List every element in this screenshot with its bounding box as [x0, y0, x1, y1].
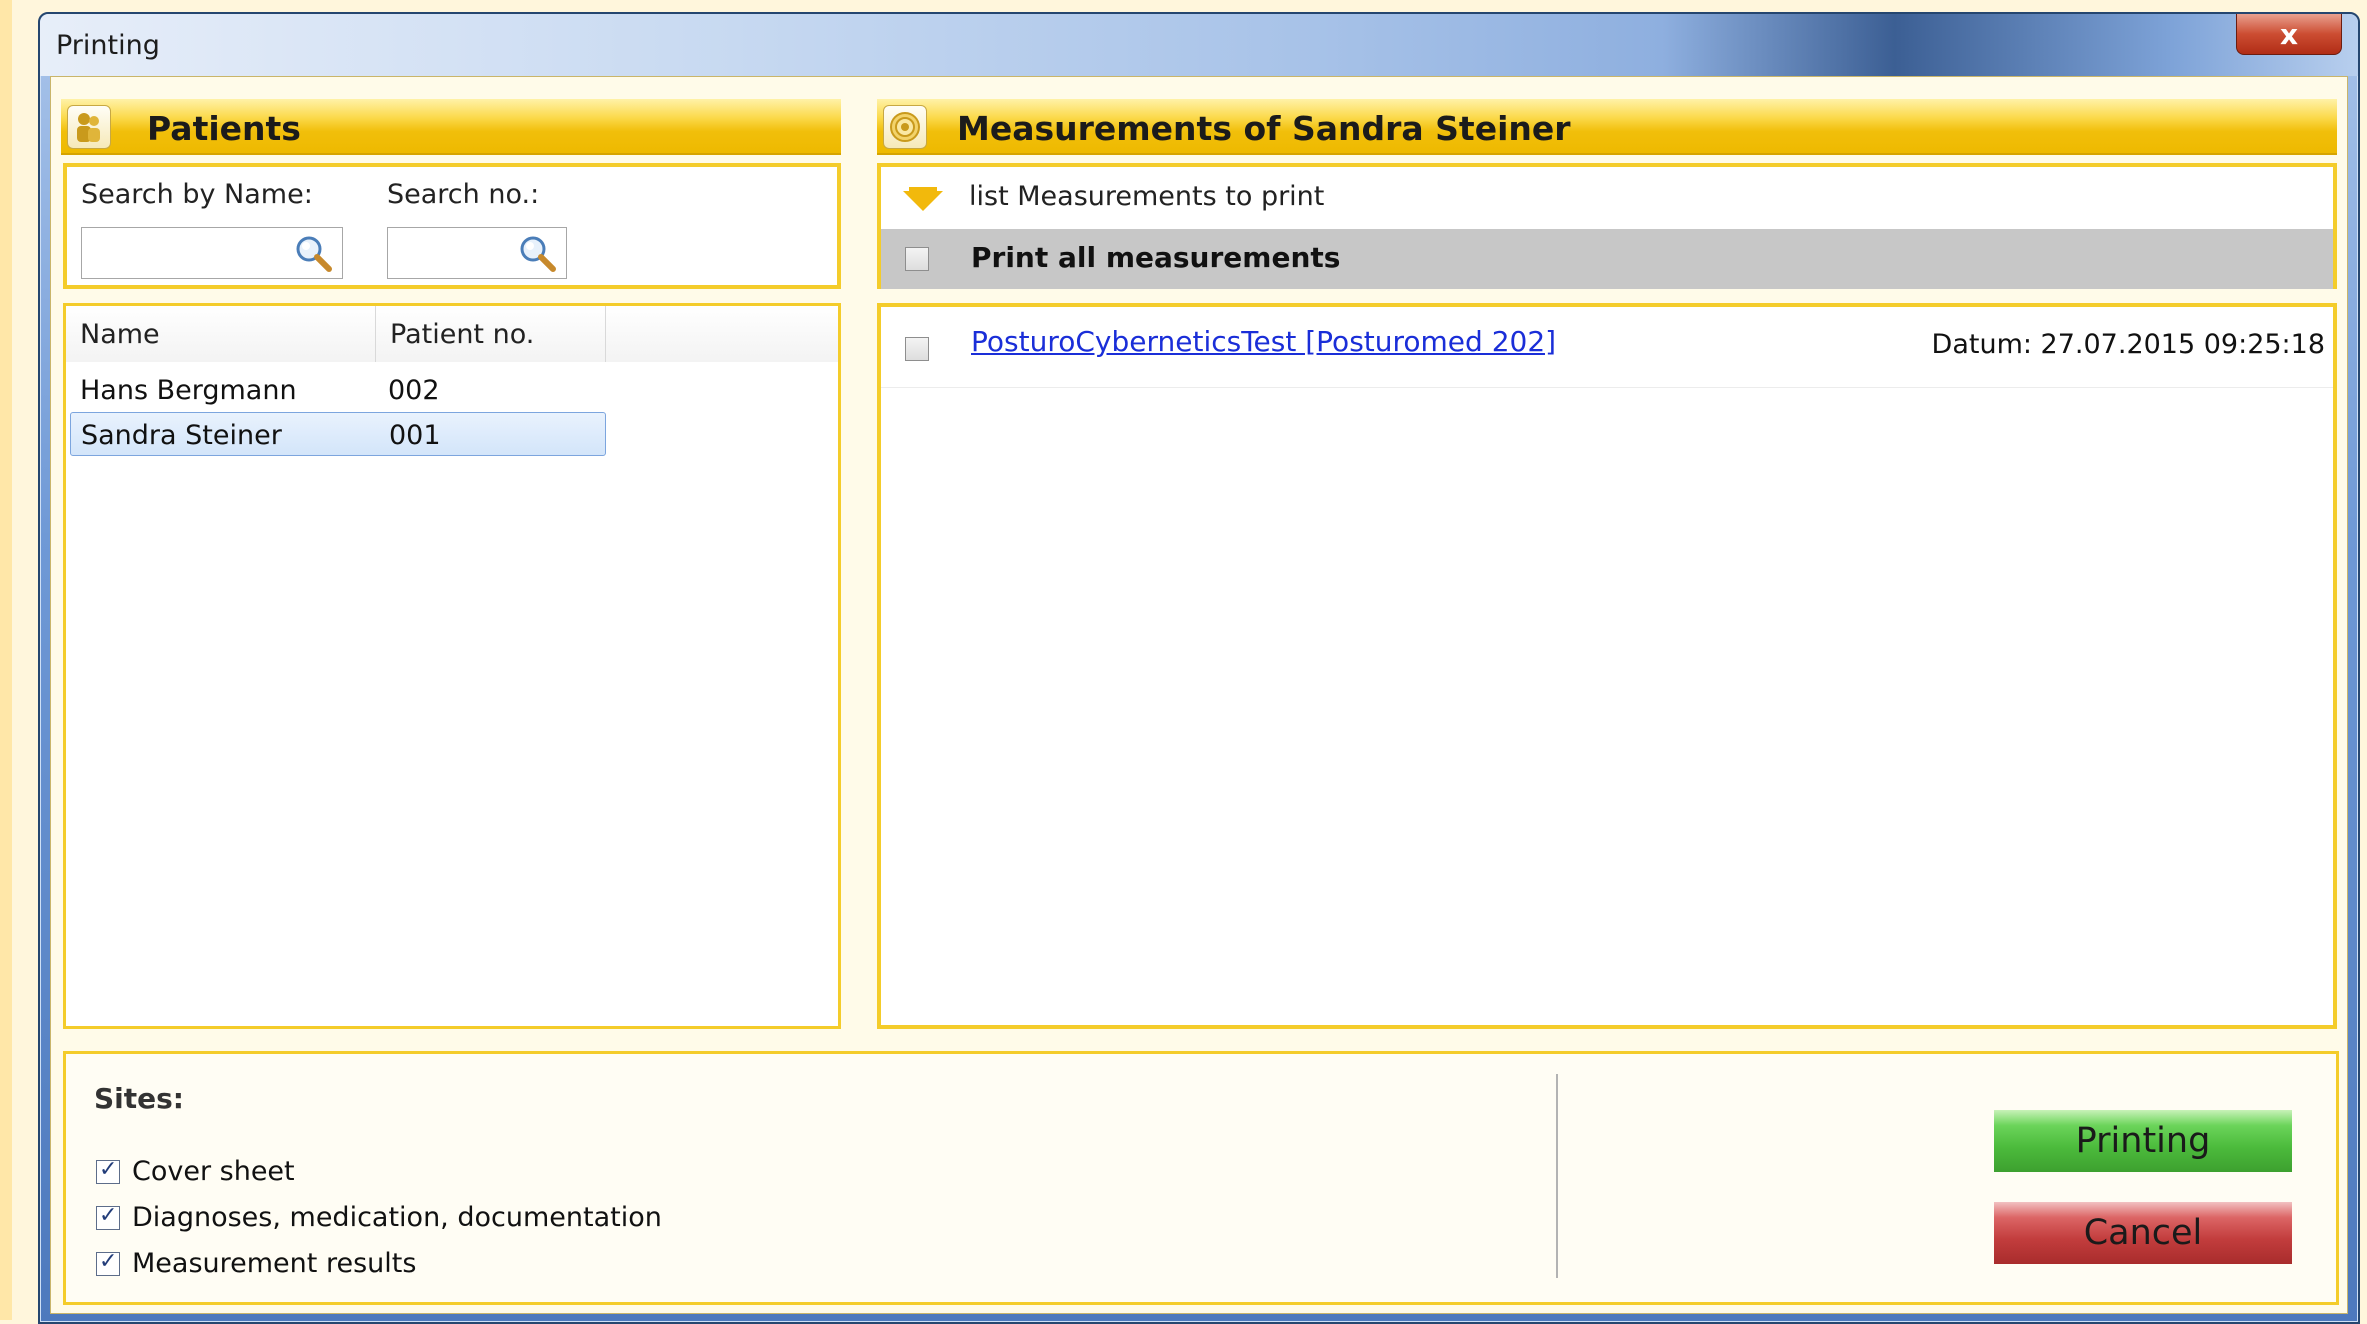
print-button-label: Printing — [2075, 1121, 2211, 1161]
patient-no: 001 — [389, 420, 441, 451]
list-hint: list Measurements to print — [969, 181, 1325, 212]
column-header-name[interactable]: Name — [66, 306, 376, 362]
site-option-measurement-results[interactable]: Measurement results — [96, 1248, 996, 1282]
list-item[interactable]: PosturoCyberneticsTest [Posturomed 202] … — [881, 307, 2333, 388]
measurements-header: Measurements of Sandra Steiner — [877, 99, 2337, 155]
divider — [1556, 1074, 1558, 1278]
diagnoses-label[interactable]: Diagnoses, medication, documentation — [132, 1202, 662, 1233]
patient-search-area: Search by Name: Search no.: — [63, 163, 841, 289]
patients-icon — [67, 105, 111, 149]
column-header-filler — [606, 306, 838, 362]
search-name-field[interactable] — [86, 228, 210, 278]
search-no-input[interactable] — [387, 227, 567, 279]
diagnoses-checkbox[interactable] — [96, 1203, 120, 1230]
cancel-button-label: Cancel — [2083, 1213, 2203, 1253]
measurements-title: Measurements of Sandra Steiner — [957, 109, 1571, 148]
column-header-name-label: Name — [80, 318, 160, 350]
measurement-checkbox[interactable] — [905, 337, 929, 361]
patient-table: Name Patient no. Hans Bergmann 002 Sandr… — [63, 303, 841, 1029]
title-bar[interactable]: Printing x — [40, 14, 2358, 76]
search-no-field[interactable] — [392, 228, 506, 278]
patients-title: Patients — [147, 109, 301, 148]
measurement-link[interactable]: PosturoCyberneticsTest [Posturomed 202] — [971, 325, 1556, 358]
search-icon[interactable] — [292, 232, 334, 274]
printing-dialog: Printing x Patients Search by Name: Sear… — [38, 12, 2360, 1324]
cover-sheet-checkbox[interactable] — [96, 1157, 120, 1184]
sites-section: Sites: Cover sheet Diagnoses, medication… — [63, 1051, 2339, 1305]
table-row[interactable]: Hans Bergmann 002 — [66, 368, 606, 412]
patients-header: Patients — [61, 99, 841, 155]
patient-name: Sandra Steiner — [81, 420, 282, 451]
background-strip — [0, 0, 12, 1320]
search-name-input[interactable] — [81, 227, 343, 279]
print-all-row[interactable]: Print all measurements — [881, 229, 2333, 289]
column-header-patient-no[interactable]: Patient no. — [376, 306, 606, 362]
cover-sheet-label[interactable]: Cover sheet — [132, 1156, 295, 1187]
measurement-results-label[interactable]: Measurement results — [132, 1248, 416, 1279]
table-row-selected[interactable]: Sandra Steiner 001 — [70, 412, 606, 456]
dialog-body: Patients Search by Name: Search no.: Nam… — [50, 76, 2348, 1314]
measurement-options: list Measurements to print Print all mea… — [877, 163, 2337, 289]
column-header-patient-no-label: Patient no. — [390, 318, 535, 350]
site-option-diagnoses[interactable]: Diagnoses, medication, documentation — [96, 1202, 996, 1236]
site-option-cover-sheet[interactable]: Cover sheet — [96, 1156, 996, 1190]
arrow-down-icon — [903, 187, 943, 211]
search-icon[interactable] — [516, 232, 558, 274]
print-all-checkbox[interactable] — [905, 247, 929, 271]
search-by-name-label: Search by Name: — [81, 179, 313, 210]
cancel-button[interactable]: Cancel — [1994, 1202, 2292, 1264]
measurement-date: Datum: 27.07.2015 09:25:18 — [1931, 329, 2325, 360]
target-icon — [883, 105, 927, 149]
patient-name: Hans Bergmann — [80, 375, 297, 406]
measurement-list: PosturoCyberneticsTest [Posturomed 202] … — [877, 303, 2337, 1029]
close-button[interactable]: x — [2236, 14, 2342, 55]
patient-no: 002 — [388, 375, 440, 406]
print-button[interactable]: Printing — [1994, 1110, 2292, 1172]
window-title: Printing — [56, 30, 160, 61]
search-no-label: Search no.: — [387, 179, 540, 210]
sites-label: Sites: — [94, 1082, 185, 1115]
measurement-results-checkbox[interactable] — [96, 1249, 120, 1276]
print-all-label[interactable]: Print all measurements — [971, 241, 1340, 274]
close-icon: x — [2279, 17, 2299, 51]
